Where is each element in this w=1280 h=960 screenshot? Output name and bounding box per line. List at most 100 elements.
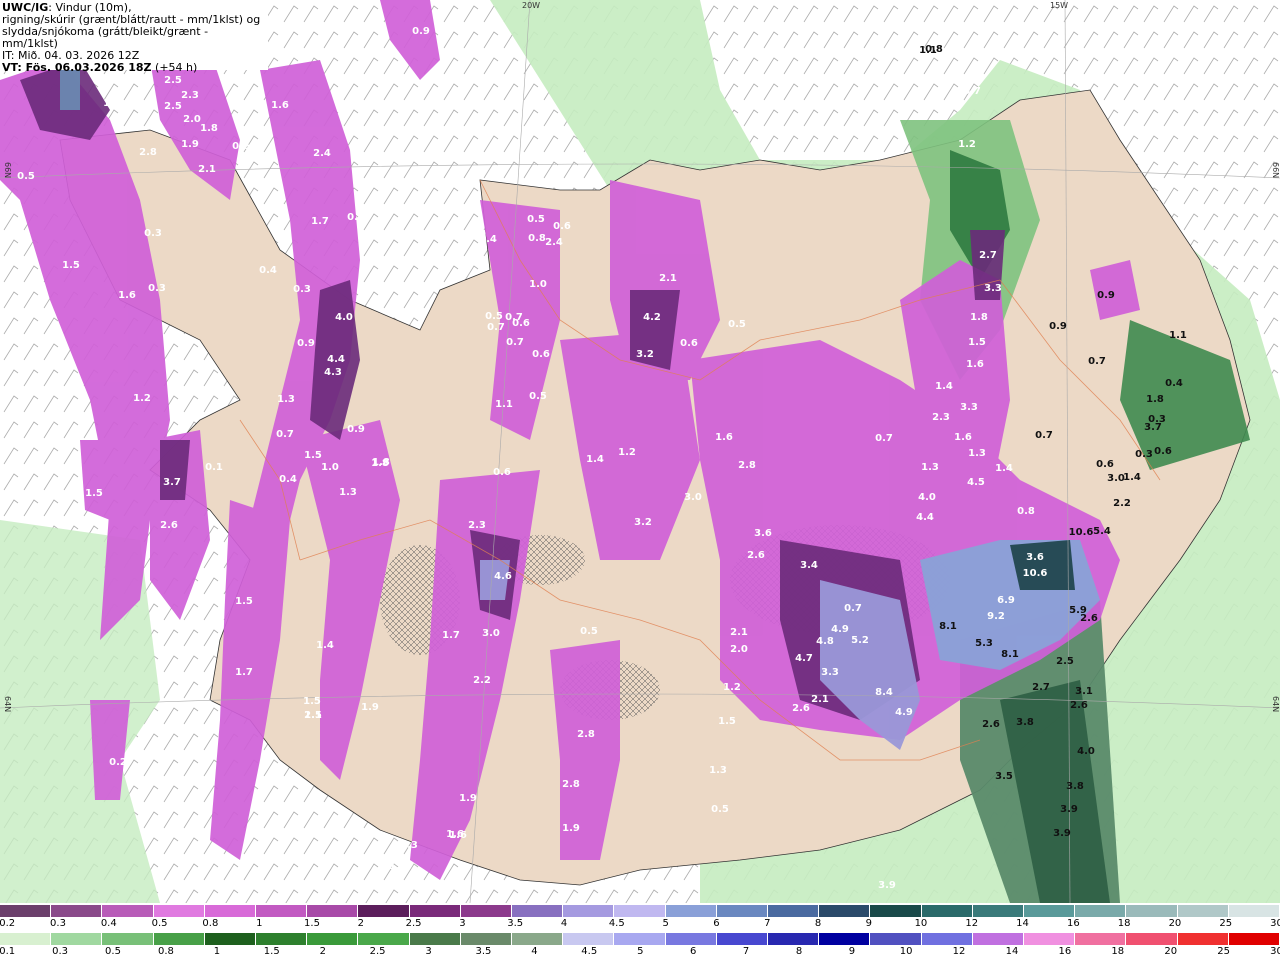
lat-label-66n-left: 66N <box>3 162 12 179</box>
precip-value-label: 1.0 <box>321 462 339 473</box>
precip-value-label: 9.2 <box>987 611 1005 622</box>
legend-label: 30 <box>1270 918 1280 929</box>
precip-value-label: 2.8 <box>562 779 580 790</box>
legend-swatch <box>1126 933 1178 945</box>
precip-value-label: 3.9 <box>1053 828 1071 839</box>
precip-value-label: 2.6 <box>1070 700 1088 711</box>
precip-value-label: 2.3 <box>468 520 486 531</box>
precip-value-label: 0.6 <box>1154 446 1172 457</box>
legend-label: 6 <box>689 946 697 957</box>
precip-value-label: 2.1 <box>811 694 829 705</box>
legend-label: 30 <box>1270 946 1280 957</box>
precip-value-label: 1.6 <box>118 290 136 301</box>
map-header: UWC/IG: Vindur (10m), rigning/skúrir (gr… <box>0 0 268 74</box>
precip-value-label: 0.7 <box>844 603 862 614</box>
precip-value-label: 0.5 <box>728 319 746 330</box>
precip-value-label: 1.4 <box>586 454 604 465</box>
legend-label: 9 <box>848 946 856 957</box>
legend-label: 5 <box>637 946 644 957</box>
precip-value-label: 1.3 <box>389 861 407 872</box>
precip-value-label: 0.6 <box>232 141 250 152</box>
precip-value-label: 1.8 <box>970 312 988 323</box>
precip-value-label: 1.4 <box>36 416 54 427</box>
precip-value-label: 1.6 <box>715 432 733 443</box>
precip-value-label: 1.6 <box>271 100 289 111</box>
legend-swatch <box>1075 933 1127 945</box>
precip-value-label: 1.1 <box>1169 330 1187 341</box>
precip-value-label: 3.9 <box>878 880 896 891</box>
legend-swatch <box>563 905 615 917</box>
precip-value-label: 0.5 <box>711 804 729 815</box>
legend-swatch <box>972 933 1025 945</box>
legend-label: 3.5 <box>507 918 524 929</box>
precip-value-label: 6.9 <box>997 595 1015 606</box>
precip-value-label: 3.7 <box>1144 422 1162 433</box>
precip-value-label: 0.9 <box>297 338 315 349</box>
precip-value-label: 3.6 <box>1026 552 1044 563</box>
precip-value-label: 0.8 <box>1017 506 1035 517</box>
color-legend: 0.2 0.3 0.4 0.5 0.8 1 1.5 2 2.5 3 3.5 4 4.5 5 6 7 8 9 10 12… <box>0 903 1280 960</box>
legend-swatch <box>614 933 666 945</box>
precip-value-label: 1.3 <box>400 840 418 851</box>
precip-value-label: 3.3 <box>984 283 1002 294</box>
precip-value-label: 2.7 <box>1032 682 1050 693</box>
precip-value-label: 4.0 <box>918 492 936 503</box>
precip-value-label: 0.1 <box>205 462 223 473</box>
precip-value-label: 0.7 <box>1088 356 1106 367</box>
precip-value-label: 8.1 <box>939 621 957 632</box>
legend-label: 2 <box>357 918 365 929</box>
precip-value-label: 4.7 <box>795 653 813 664</box>
precip-value-label: 1.6 <box>446 829 464 840</box>
precip-value-label: 2.1 <box>659 273 677 284</box>
precip-value-label: 2.6 <box>982 719 1000 730</box>
precip-value-label: 2.4 <box>545 237 563 248</box>
legend-label: 6 <box>713 918 720 929</box>
precip-value-label: 0.5 <box>527 214 545 225</box>
legend-swatch <box>102 933 154 945</box>
legend-swatch <box>819 933 871 945</box>
legend-label: 3.5 <box>475 946 492 957</box>
legend-label: 18 <box>1117 918 1131 929</box>
legend-label: 0.2 <box>0 918 16 929</box>
legend-swatch <box>716 933 769 945</box>
lon-label-20w: 20W <box>522 1 541 10</box>
precip-value-label: 0.3 <box>1135 449 1153 460</box>
legend-swatch <box>1024 905 1076 917</box>
precip-value-label: 1.1 <box>919 45 937 56</box>
legend-swatch <box>972 905 1025 917</box>
legend-swatch <box>0 905 52 917</box>
legend-label: 5 <box>662 918 669 929</box>
precip-value-label: 1.3 <box>277 394 295 405</box>
legend-swatch <box>358 905 410 917</box>
precip-value-label: 1.8 <box>200 123 218 134</box>
precip-value-label: 2.0 <box>183 114 201 125</box>
precip-value-label: 2.6 <box>792 703 810 714</box>
legend-swatch <box>460 905 513 917</box>
precip-value-label: 2.1 <box>198 164 216 175</box>
legend-swatch <box>307 905 359 917</box>
precip-value-label: 2.1 <box>730 627 748 638</box>
precip-value-label: 2.8 <box>577 729 595 740</box>
precip-value-label: 2.4 <box>313 148 331 159</box>
legend-label: 14 <box>1016 918 1029 929</box>
precip-value-label: 5.4 <box>1093 526 1111 537</box>
legend-label: 16 <box>1058 946 1072 957</box>
legend-label: 1 <box>213 946 221 957</box>
legend-label: 4.5 <box>608 918 625 929</box>
legend-swatch <box>870 933 922 945</box>
legend-swatch <box>512 905 564 917</box>
precip-value-label: 3.0 <box>482 628 500 639</box>
precip-value-label: 5.3 <box>975 638 993 649</box>
precip-value-label: 1.9 <box>361 702 379 713</box>
precip-value-label: 0.6 <box>493 467 511 478</box>
legend-swatch <box>921 905 973 917</box>
legend-label: 25 <box>1219 918 1233 929</box>
precip-value-label: 0.3 <box>293 284 311 295</box>
precip-value-label: 1.3 <box>921 462 939 473</box>
precip-value-label: 1.5 <box>303 696 321 707</box>
legend-swatch <box>358 933 410 945</box>
lat-label-66n-right: 66N <box>1271 162 1280 179</box>
precip-value-label: 3.5 <box>995 771 1013 782</box>
legend-label: 0.1 <box>0 946 16 957</box>
precip-value-label: 4.6 <box>494 571 512 582</box>
